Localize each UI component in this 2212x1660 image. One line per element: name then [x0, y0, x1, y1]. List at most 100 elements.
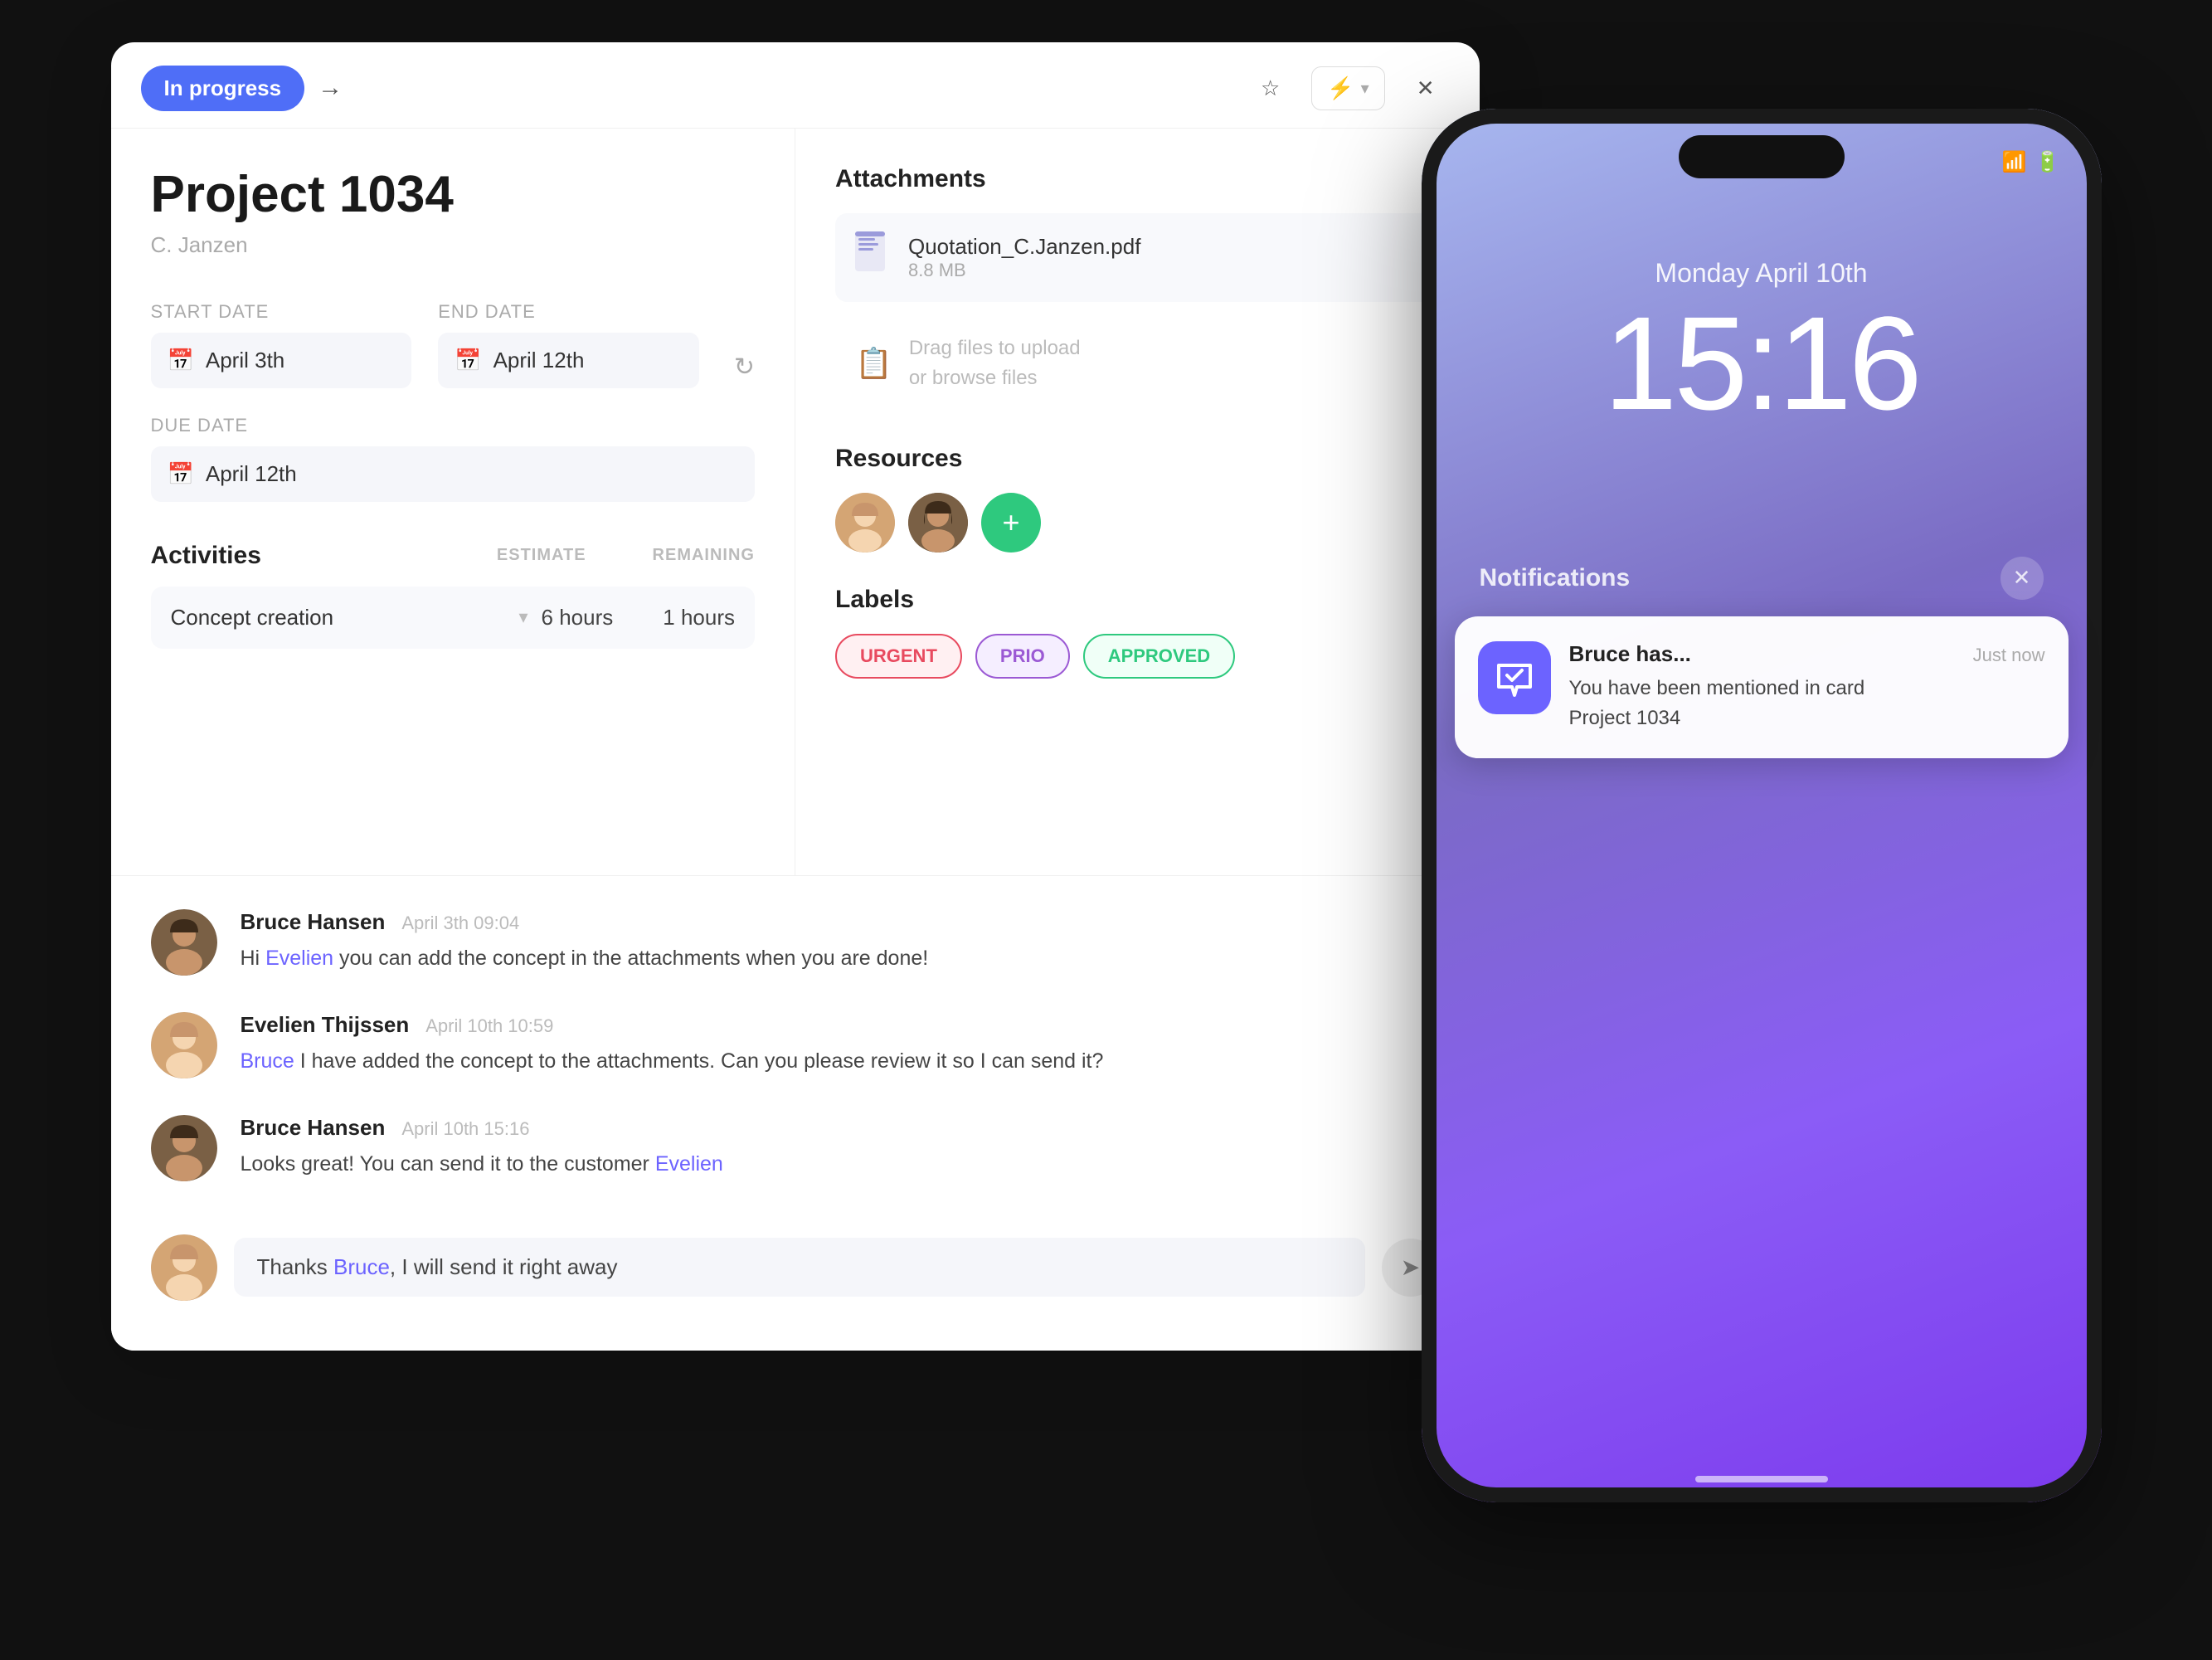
end-date-field: End date 📅 April 12th — [438, 301, 699, 388]
comment-text-3: Looks great! You can send it to the cust… — [241, 1149, 1440, 1180]
due-date-field: Due date 📅 April 12th — [151, 415, 756, 502]
comment-time-2: April 10th 10:59 — [425, 1015, 553, 1037]
lock-time: 15:16 — [1603, 297, 1918, 430]
labels-section: Labels URGENT PRIO APPROVED — [835, 586, 1440, 679]
date-row-2: Due date 📅 April 12th — [151, 415, 756, 502]
file-size: 8.8 MB — [908, 260, 1420, 281]
label-prio[interactable]: PRIO — [975, 634, 1070, 679]
start-date-field: Start date 📅 April 3th — [151, 301, 412, 388]
remaining-value: 1 hours — [663, 605, 735, 630]
avatar-evelien — [835, 493, 895, 553]
mention-evelien-1: Evelien — [265, 947, 333, 970]
notif-title: You have been mentioned in card Project … — [1569, 674, 2045, 733]
phone-container: 📶 🔋 Monday April 10th 15:16 Notification… — [1422, 109, 2102, 1502]
attachment-item[interactable]: Quotation_C.Janzen.pdf 8.8 MB — [835, 213, 1440, 302]
labels-list: URGENT PRIO APPROVED — [835, 634, 1440, 679]
comment-input-wrap: Thanks Bruce, I will send it right away — [234, 1238, 1365, 1297]
activities-col-labels: ESTIMATE REMAINING — [497, 546, 755, 565]
activity-hours: 6 hours 1 hours — [542, 605, 735, 630]
activity-row: Concept creation ▾ 6 hours 1 hours — [151, 587, 756, 649]
close-button[interactable]: ✕ — [1402, 67, 1450, 110]
resources-title: Resources — [835, 445, 1440, 473]
chevron-down-icon: ▾ — [518, 606, 527, 628]
comment-row-3: Bruce Hansen April 10th 15:16 Looks grea… — [151, 1115, 1440, 1181]
comment-text-2: Bruce I have added the concept to the at… — [241, 1046, 1440, 1078]
file-icon — [855, 231, 892, 284]
end-date-value: April 12th — [493, 348, 585, 373]
comment-row: Bruce Hansen April 3th 09:04 Hi Evelien … — [151, 909, 1440, 976]
file-name: Quotation_C.Janzen.pdf — [908, 234, 1420, 260]
upload-area[interactable]: 📋 Drag files to upload or browse files — [835, 315, 1440, 411]
comment-author-3: Bruce Hansen — [241, 1115, 386, 1141]
status-icons: 📶 🔋 — [2002, 150, 2060, 174]
comment-meta-2: Evelien Thijssen April 10th 10:59 — [241, 1012, 1440, 1038]
dynamic-island — [1679, 135, 1845, 178]
card-topbar: In progress → ☆ ⚡ ▾ ✕ — [111, 42, 1480, 129]
end-date-label: End date — [438, 301, 699, 323]
mention-bruce-1: Bruce — [241, 1049, 294, 1073]
resources-avatars: + — [835, 493, 1440, 553]
notifications-label: Notifications — [1480, 564, 1631, 592]
start-date-label: Start date — [151, 301, 412, 323]
refresh-button[interactable]: ↻ — [734, 353, 755, 382]
due-date-input[interactable]: 📅 April 12th — [151, 446, 756, 502]
comment-input-text: Thanks Bruce, I will send it right away — [257, 1254, 1342, 1280]
calendar-icon-2: 📅 — [455, 348, 481, 373]
project-card: In progress → ☆ ⚡ ▾ ✕ Project 1034 C. Ja… — [111, 42, 1480, 1351]
notifications-close-button[interactable]: ✕ — [2001, 557, 2044, 600]
topbar-left: In progress → — [141, 66, 343, 111]
lightning-button[interactable]: ⚡ ▾ — [1311, 66, 1384, 110]
notifications-header: Notifications ✕ — [1455, 540, 2069, 616]
comment-author-2: Evelien Thijssen — [241, 1012, 410, 1038]
comment-meta-3: Bruce Hansen April 10th 15:16 — [241, 1115, 1440, 1141]
notif-top-row: Bruce has... Just now — [1569, 641, 2045, 667]
add-resource-button[interactable]: + — [981, 493, 1041, 553]
due-date-label: Due date — [151, 415, 756, 436]
lock-date: Monday April 10th — [1655, 258, 1867, 289]
wifi-icon: 📶 — [2002, 150, 2027, 174]
activities-title: Activities — [151, 542, 261, 570]
project-owner: C. Janzen — [151, 232, 756, 258]
comment-avatar-bruce-1 — [151, 909, 217, 976]
end-date-input[interactable]: 📅 April 12th — [438, 333, 699, 388]
attachments-section: Attachments — [835, 165, 1440, 411]
notif-time: Just now — [1973, 645, 2045, 666]
comment-time-3: April 10th 15:16 — [401, 1118, 529, 1140]
label-approved[interactable]: APPROVED — [1083, 634, 1235, 679]
activity-name: Concept creation — [171, 605, 334, 630]
avatar-bruce — [908, 493, 968, 553]
attachments-title: Attachments — [835, 165, 1440, 193]
mention-bruce-input: Bruce — [333, 1254, 390, 1279]
activities-section: Activities ESTIMATE REMAINING Concept cr… — [151, 542, 756, 649]
next-button[interactable]: → — [318, 74, 343, 102]
estimate-label: ESTIMATE — [497, 546, 586, 565]
remaining-label: REMAINING — [653, 546, 755, 565]
comment-row-2: Evelien Thijssen April 10th 10:59 Bruce … — [151, 1012, 1440, 1078]
left-column: Project 1034 C. Janzen Start date 📅 Apri… — [111, 129, 796, 875]
topbar-right: ☆ ⚡ ▾ ✕ — [1246, 66, 1450, 110]
comment-meta-1: Bruce Hansen April 3th 09:04 — [241, 909, 1440, 935]
label-urgent[interactable]: URGENT — [835, 634, 962, 679]
notif-content: Bruce has... Just now You have been ment… — [1569, 641, 2045, 733]
comment-text-1: Hi Evelien you can add the concept in th… — [241, 943, 1440, 975]
due-date-value: April 12th — [206, 461, 297, 487]
comment-author-1: Bruce Hansen — [241, 909, 386, 935]
calendar-icon-3: 📅 — [168, 461, 194, 487]
start-date-value: April 3th — [206, 348, 284, 373]
project-title: Project 1034 — [151, 165, 756, 224]
calendar-icon: 📅 — [168, 348, 194, 373]
status-button[interactable]: In progress — [141, 66, 305, 111]
notification-card[interactable]: Bruce has... Just now You have been ment… — [1455, 616, 2069, 758]
resources-section: Resources — [835, 445, 1440, 553]
favorite-button[interactable]: ☆ — [1246, 67, 1295, 110]
comment-avatar-current-user — [151, 1234, 217, 1301]
comment-content-3: Bruce Hansen April 10th 15:16 Looks grea… — [241, 1115, 1440, 1181]
activities-header: Activities ESTIMATE REMAINING — [151, 542, 756, 570]
comment-content-1: Bruce Hansen April 3th 09:04 Hi Evelien … — [241, 909, 1440, 976]
start-date-input[interactable]: 📅 April 3th — [151, 333, 412, 388]
right-column: Attachments — [795, 129, 1480, 875]
comment-avatar-bruce-2 — [151, 1115, 217, 1181]
notif-app-icon — [1478, 641, 1551, 714]
comment-input-row: Thanks Bruce, I will send it right away … — [151, 1218, 1440, 1317]
comments-inner: Bruce Hansen April 3th 09:04 Hi Evelien … — [111, 876, 1480, 1351]
